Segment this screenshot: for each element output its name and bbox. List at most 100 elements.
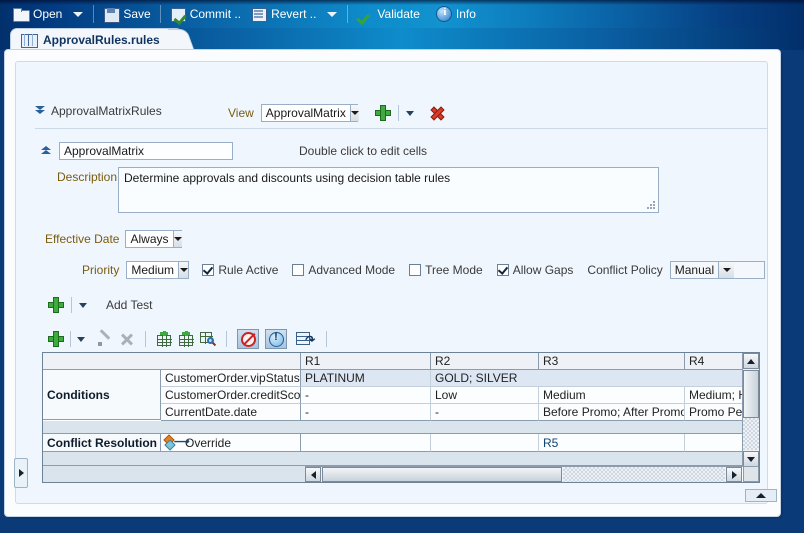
chevron-down-icon [349, 105, 359, 121]
divider [226, 331, 227, 347]
view-dropdown[interactable]: ApprovalMatrix [260, 104, 359, 122]
info-label: Info [455, 7, 476, 21]
condition-cell[interactable]: - [301, 387, 431, 404]
add-view-button[interactable] [374, 105, 391, 121]
scroll-right-button[interactable] [726, 467, 742, 482]
collapse-panel-button[interactable] [745, 489, 777, 502]
divider [70, 331, 71, 347]
conflict-policy-dropdown[interactable]: Manual [669, 261, 765, 279]
column-header-r2[interactable]: R2 [431, 353, 539, 370]
collapse-ruleset-chevron-icon[interactable] [35, 106, 45, 116]
scroll-down-button[interactable] [743, 451, 759, 467]
toggle-conflicts-button[interactable] [237, 329, 259, 349]
delete-view-button[interactable] [429, 105, 445, 121]
description-textarea[interactable]: Determine approvals and discounts using … [118, 167, 659, 213]
validate-button[interactable]: Validate [352, 3, 424, 25]
application-window: Open Save Commit .. Revert .. Validate I… [0, 0, 804, 533]
find-gaps-button[interactable] [200, 331, 217, 347]
column-header-r1[interactable]: R1 [301, 353, 431, 370]
insert-column-button[interactable] [156, 331, 172, 347]
effective-date-dropdown[interactable]: Always [125, 230, 183, 248]
ruleset-book-icon [21, 32, 38, 48]
revert-dropdown-caret-icon[interactable] [327, 11, 338, 17]
add-row-button[interactable] [48, 331, 64, 347]
add-test-button[interactable] [48, 297, 64, 313]
toolbar-separator [93, 5, 95, 23]
condition-expression[interactable]: CustomerOrder.vipStatus [161, 370, 301, 387]
tree-mode-checkbox[interactable]: Tree Mode [409, 263, 483, 277]
tab-approvalrules-rules[interactable]: ApprovalRules.rules [10, 28, 195, 52]
table-vertical-scrollbar[interactable] [742, 353, 759, 467]
column-header-r4[interactable]: R4 [685, 353, 744, 370]
horizontal-scroll-thumb[interactable] [322, 467, 562, 482]
commit-label: Commit .. [189, 7, 242, 21]
table-filler-row [43, 452, 744, 466]
vertical-scroll-track[interactable] [743, 418, 759, 450]
revert-label: Revert .. [271, 7, 317, 21]
priority-dropdown[interactable]: Medium [126, 261, 190, 279]
divider [397, 105, 399, 121]
exclamation-icon [268, 331, 284, 347]
condition-cell[interactable]: Promo Period [685, 404, 744, 421]
condition-cell[interactable]: Before Promo; After Promo [539, 404, 685, 421]
effective-date-label: Effective Date [45, 232, 120, 246]
condition-cell[interactable]: - [431, 404, 539, 421]
scroll-left-button[interactable] [305, 467, 321, 482]
condition-cell[interactable]: Medium [539, 387, 685, 404]
conflict-resolution-value: Override [185, 435, 232, 450]
column-header-r3[interactable]: R3 [539, 353, 685, 370]
condition-cell[interactable]: Medium; High [685, 387, 744, 404]
table-horizontal-scrollbar[interactable] [305, 466, 742, 482]
triangle-up-icon [747, 358, 755, 364]
allow-gaps-label: Allow Gaps [512, 263, 574, 277]
table-name-input[interactable]: ApprovalMatrix [59, 142, 233, 160]
scrollbar-corner [743, 466, 759, 482]
resize-grip-icon[interactable] [647, 201, 655, 209]
conflict-policy-label: Conflict Policy [587, 263, 663, 277]
open-dropdown-caret-icon[interactable] [73, 11, 84, 17]
add-row-dropdown-caret-icon[interactable] [77, 336, 85, 342]
conflict-resolution-action[interactable]: ⟶ Override [161, 434, 301, 452]
divider [145, 331, 146, 347]
ruleset-header: ApprovalMatrixRules [35, 104, 162, 118]
toolbar-separator [159, 5, 161, 23]
rule-active-label: Rule Active [218, 263, 279, 277]
collapse-table-chevron-icon[interactable] [41, 146, 51, 156]
save-button[interactable]: Save [98, 3, 155, 25]
add-test-dropdown-caret-icon[interactable] [79, 302, 87, 308]
ruleset-title: ApprovalMatrixRules [51, 104, 162, 118]
rule-active-checkbox[interactable]: Rule Active [202, 263, 278, 277]
triangle-up-icon [756, 493, 766, 498]
triangle-down-icon [747, 456, 755, 462]
override-icon: ⟶ [163, 434, 189, 451]
info-button[interactable]: Info [431, 3, 481, 25]
horizontal-scroll-track[interactable] [563, 467, 725, 482]
condition-cell[interactable]: GOLD; SILVER [431, 370, 744, 387]
condition-expression[interactable]: CurrentDate.date [161, 404, 301, 421]
triangle-right-icon [18, 469, 24, 477]
delete-button[interactable] [119, 331, 135, 347]
condition-cell[interactable]: PLATINUM [301, 370, 431, 387]
conflict-resolution-cell[interactable] [685, 434, 744, 452]
commit-button[interactable]: Commit .. [165, 3, 246, 25]
revert-button[interactable]: Revert .. [246, 3, 321, 25]
conflict-resolution-cell[interactable] [301, 434, 431, 452]
toggle-warnings-button[interactable] [265, 329, 287, 349]
allow-gaps-checkbox[interactable]: Allow Gaps [496, 263, 574, 277]
vertical-scroll-thumb[interactable] [743, 370, 759, 418]
left-panel-expand-handle[interactable] [14, 458, 28, 488]
add-view-dropdown-caret-icon[interactable] [405, 110, 414, 116]
edit-button[interactable] [97, 331, 113, 347]
view-selector-group: View ApprovalMatrix [228, 104, 445, 122]
condition-cell[interactable]: Low [431, 387, 539, 404]
condition-cell[interactable]: - [301, 404, 431, 421]
split-column-button[interactable] [178, 331, 194, 347]
condition-expression[interactable]: CustomerOrder.creditScore [161, 387, 301, 404]
compact-table-button[interactable]: ↷ [296, 331, 314, 347]
conflict-resolution-cell[interactable]: R5 [539, 434, 685, 452]
conflict-resolution-cell[interactable] [431, 434, 539, 452]
commit-icon [170, 6, 186, 22]
scroll-up-button[interactable] [743, 353, 759, 369]
open-button[interactable]: Open [8, 3, 67, 25]
advanced-mode-checkbox[interactable]: Advanced Mode [292, 263, 395, 277]
